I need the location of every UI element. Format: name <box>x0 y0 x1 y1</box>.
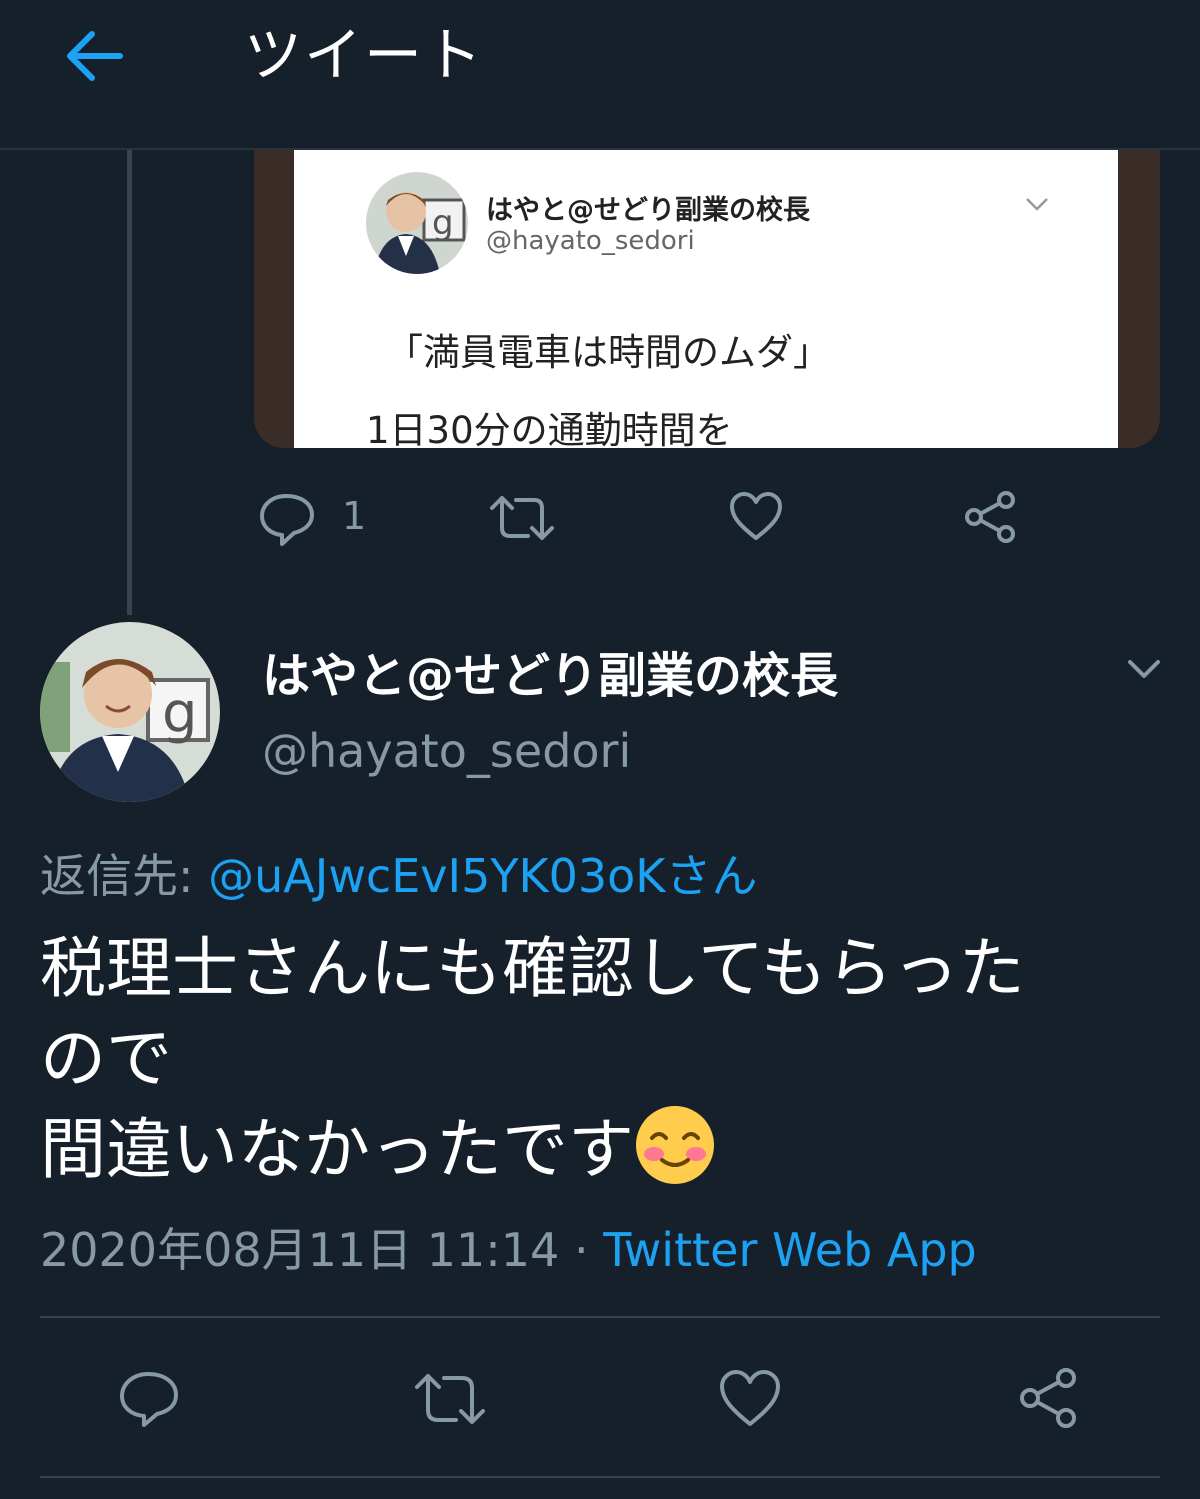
tweet-text-line-1: 税理士さんにも確認してもらった <box>40 930 1025 1007</box>
tweet-text-line-3: 間違いなかったです <box>40 1104 1160 1195</box>
divider <box>40 1316 1160 1318</box>
tweet-metadata: 2020年08月11日 11:14 · Twitter Web App <box>40 1214 977 1280</box>
divider <box>40 1476 1160 1478</box>
parent-like-icon[interactable] <box>728 490 784 546</box>
display-name[interactable]: はやと@せどり副業の校長 <box>262 636 838 706</box>
media-text-line-1: 「満員電車は時間のムダ」 <box>386 331 830 374</box>
media-chevron-down-icon <box>1024 194 1050 214</box>
parent-reply-icon[interactable] <box>258 490 318 550</box>
page-title: ツイート <box>244 21 485 89</box>
share-icon[interactable] <box>1016 1366 1082 1434</box>
parent-retweet-icon[interactable] <box>490 494 554 546</box>
parent-reply-count: 1 <box>342 494 367 538</box>
reply-icon[interactable] <box>118 1368 182 1432</box>
parent-share-icon[interactable] <box>962 490 1020 548</box>
smiling-face-with-blush-icon <box>634 1104 716 1186</box>
tweet-text: 税理士さんにも確認してもらった ので 間違いなかったです <box>40 924 1160 1195</box>
reply-context: 返信先: @uAJwcEvI5YK03oKさん <box>40 840 757 906</box>
thread-connector-line <box>127 150 132 615</box>
tweet-text-line-2: ので <box>40 1020 172 1097</box>
svg-text:g: g <box>162 681 198 746</box>
like-icon[interactable] <box>718 1368 782 1432</box>
media-avatar: g <box>366 172 468 274</box>
chevron-down-icon[interactable] <box>1124 654 1164 684</box>
tweet-text-line-3-text: 間違いなかったです <box>40 1111 634 1188</box>
source-app-link[interactable]: Twitter Web App <box>603 1223 977 1277</box>
timestamp[interactable]: 2020年08月11日 11:14 · <box>40 1223 603 1277</box>
back-arrow-icon[interactable] <box>62 28 126 84</box>
media-text-line-2: 1日30分の通勤時間を <box>366 409 733 448</box>
avatar[interactable]: g <box>40 622 220 802</box>
top-bar: ツイート <box>0 0 1200 150</box>
media-handle: @hayato_sedori <box>486 226 695 256</box>
reply-prefix: 返信先: <box>40 849 209 903</box>
user-handle[interactable]: @hayato_sedori <box>262 724 631 778</box>
retweet-icon[interactable] <box>414 1372 486 1430</box>
tweet-media-image[interactable]: g はやと@せどり副業の校長 @hayato_sedori 「満員電車は時間のム… <box>254 150 1160 448</box>
media-display-name: はやと@せどり副業の校長 <box>486 195 810 226</box>
svg-text:g: g <box>432 203 454 243</box>
reply-target-link[interactable]: @uAJwcEvI5YK03oKさん <box>208 849 757 903</box>
media-screenshot: g はやと@せどり副業の校長 @hayato_sedori 「満員電車は時間のム… <box>294 150 1118 448</box>
